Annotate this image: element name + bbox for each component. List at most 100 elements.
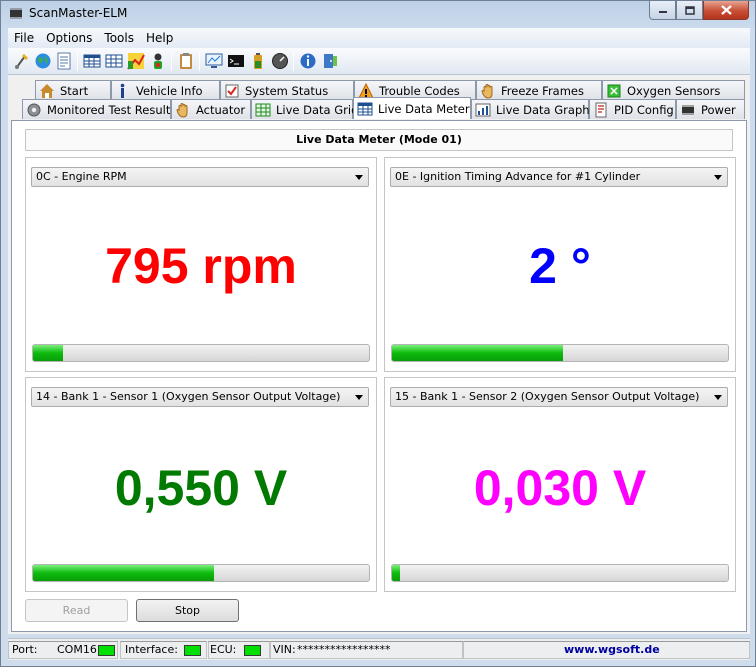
- meter-value-2: 2 °: [529, 238, 591, 294]
- tab-monitored-test-results[interactable]: Monitored Test Results: [22, 99, 176, 119]
- monitor-icon[interactable]: [205, 52, 223, 70]
- meter-bar-fill: [33, 345, 64, 361]
- globe-icon[interactable]: [34, 52, 52, 70]
- tab-freeze-frames[interactable]: Freeze Frames: [476, 80, 602, 100]
- info-icon[interactable]: [299, 52, 317, 70]
- meter-panel-3: 14 - Bank 1 - Sensor 1 (Oxygen Sensor Ou…: [25, 377, 377, 592]
- toolbar-separator: [77, 52, 78, 71]
- menu-help[interactable]: Help: [140, 31, 179, 45]
- battery-icon[interactable]: [249, 52, 267, 70]
- tab-live-data-meter-label: Live Data Meter: [378, 101, 470, 116]
- tab-actuator[interactable]: Actuator: [171, 99, 251, 119]
- document-icon[interactable]: [55, 52, 73, 70]
- clipboard-icon[interactable]: [177, 52, 195, 70]
- meter-value-3: 0,550 V: [114, 460, 288, 516]
- gear-icon: [27, 103, 41, 116]
- pid-select-2-value: 0E - Ignition Timing Advance for #1 Cyli…: [395, 170, 641, 183]
- tab-system-status-label: System Status: [245, 83, 329, 98]
- tab-system-status[interactable]: System Status: [220, 80, 354, 100]
- toolbar-separator: [171, 52, 172, 71]
- pid-select-4[interactable]: 15 - Bank 1 - Sensor 2 (Oxygen Sensor Ou…: [390, 387, 728, 407]
- minimize-button[interactable]: [649, 1, 676, 20]
- tab-live-data-graph[interactable]: Live Data Graph: [471, 99, 590, 119]
- connect-icon[interactable]: [13, 52, 31, 70]
- port-label: Port:: [12, 643, 38, 656]
- port-value: COM16: [57, 643, 97, 656]
- website-link[interactable]: www.wgsoft.de: [564, 643, 660, 656]
- meter-icon: [357, 102, 373, 115]
- config-icon: [595, 102, 607, 117]
- chip-icon: [682, 104, 694, 115]
- interface-label: Interface:: [125, 643, 178, 656]
- title-bar[interactable]: ScanMaster-ELM: [1, 1, 755, 27]
- meter-bar-4: [391, 564, 729, 582]
- chart-icon[interactable]: [127, 52, 145, 70]
- pid-select-1-value: 0C - Engine RPM: [36, 170, 127, 183]
- person-icon[interactable]: [149, 52, 167, 70]
- chevron-down-icon: [355, 175, 363, 180]
- pid-select-3[interactable]: 14 - Bank 1 - Sensor 1 (Oxygen Sensor Ou…: [31, 387, 369, 407]
- tab-live-data-graph-label: Live Data Graph: [496, 102, 590, 117]
- vin-label: VIN:: [273, 643, 296, 656]
- meter-value-1: 795 rpm: [105, 238, 297, 294]
- page-title: Live Data Meter (Mode 01): [25, 129, 733, 151]
- meter-bar-fill: [392, 565, 401, 581]
- tab-trouble-codes-label: Trouble Codes: [379, 83, 460, 98]
- menu-bar: File Options Tools Help: [8, 28, 750, 48]
- menu-options[interactable]: Options: [40, 31, 98, 45]
- tab-power[interactable]: Power: [676, 99, 745, 119]
- tab-oxygen-sensors[interactable]: Oxygen Sensors: [602, 80, 745, 100]
- pid-select-1[interactable]: 0C - Engine RPM: [31, 167, 369, 187]
- tab-actuator-label: Actuator: [196, 102, 246, 117]
- port-status-led: [98, 645, 115, 656]
- vin-value: *****************: [297, 643, 391, 656]
- tab-live-data-meter[interactable]: Live Data Meter: [353, 97, 471, 119]
- tab-monitored-test-results-label: Monitored Test Results: [47, 102, 177, 117]
- meter-bar-1: [32, 344, 370, 362]
- minimize-icon: [658, 11, 667, 13]
- table-icon[interactable]: [83, 52, 101, 70]
- tab-pid-config-label: PID Config: [614, 102, 674, 117]
- meter-panel-2: 0E - Ignition Timing Advance for #1 Cyli…: [384, 157, 736, 372]
- status-bar: Port: COM16 Interface: ECU: VIN: *******…: [8, 638, 750, 660]
- toolbar-separator: [293, 52, 294, 71]
- close-icon: [720, 5, 732, 15]
- pid-select-2[interactable]: 0E - Ignition Timing Advance for #1 Cyli…: [390, 167, 728, 187]
- read-button[interactable]: Read: [25, 599, 128, 622]
- info-icon: [120, 83, 125, 98]
- tab-oxygen-sensors-label: Oxygen Sensors: [627, 83, 721, 98]
- meter-value-4: 0,030 V: [473, 460, 647, 516]
- meter-panel-1: 0C - Engine RPM 795 rpm: [25, 157, 377, 372]
- stop-button[interactable]: Stop: [136, 599, 239, 622]
- gauge-icon[interactable]: [271, 52, 289, 70]
- toolbar-separator: [199, 52, 200, 71]
- hand-icon: [481, 83, 493, 99]
- tab-live-data-grid-label: Live Data Grid: [276, 102, 359, 117]
- tab-start-label: Start: [60, 83, 89, 98]
- tab-live-data-grid[interactable]: Live Data Grid: [251, 99, 358, 119]
- menu-file[interactable]: File: [8, 31, 40, 45]
- maximize-button[interactable]: [676, 1, 703, 20]
- terminal-icon[interactable]: [227, 52, 245, 70]
- client-area: Start Vehicle Info System Status Trouble…: [8, 75, 750, 634]
- meter-panel-4: 15 - Bank 1 - Sensor 2 (Oxygen Sensor Ou…: [384, 377, 736, 592]
- exit-icon[interactable]: [321, 52, 339, 70]
- meter-bar-3: [32, 564, 370, 582]
- close-button[interactable]: [703, 1, 749, 20]
- tab-pid-config[interactable]: PID Config: [589, 99, 676, 119]
- graph-icon: [475, 103, 491, 116]
- tab-start[interactable]: Start: [35, 80, 111, 100]
- meter-bar-2: [391, 344, 729, 362]
- meter-bar-fill: [33, 565, 215, 581]
- grid-icon[interactable]: [105, 52, 123, 70]
- window-title: ScanMaster-ELM: [29, 6, 128, 20]
- tab-vehicle-info[interactable]: Vehicle Info: [111, 80, 220, 100]
- maximize-icon: [684, 5, 695, 15]
- menu-tools[interactable]: Tools: [98, 31, 140, 45]
- pid-select-3-value: 14 - Bank 1 - Sensor 1 (Oxygen Sensor Ou…: [36, 390, 341, 403]
- oxygen-icon: [607, 84, 621, 97]
- grid-icon: [255, 103, 271, 116]
- tab-power-label: Power: [701, 102, 736, 117]
- interface-status-led: [184, 645, 201, 656]
- app-chip-icon: [10, 8, 22, 19]
